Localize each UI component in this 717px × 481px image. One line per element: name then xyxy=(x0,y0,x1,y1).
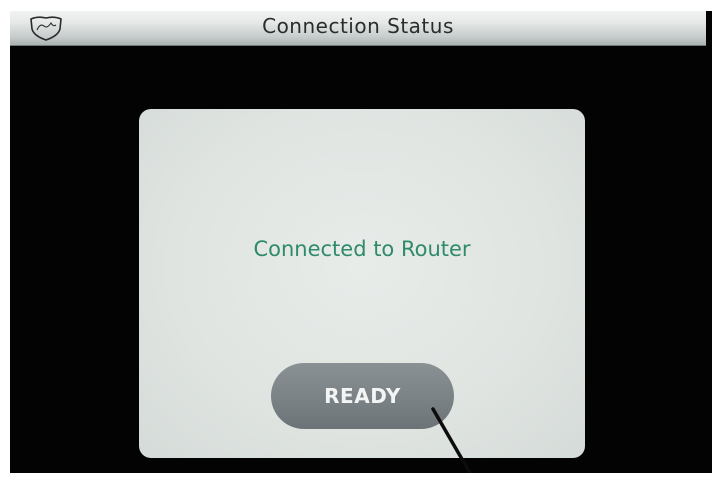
status-panel: Connected to Router READY xyxy=(139,109,585,458)
device-frame: Connection Status Connected to Router RE… xyxy=(0,0,717,481)
touch-screen: Connection Status Connected to Router RE… xyxy=(10,11,712,473)
title-bar: Connection Status xyxy=(10,11,706,46)
connection-status-message: Connected to Router xyxy=(253,237,471,261)
page-title: Connection Status xyxy=(262,14,454,38)
ready-button[interactable]: READY xyxy=(271,363,454,429)
